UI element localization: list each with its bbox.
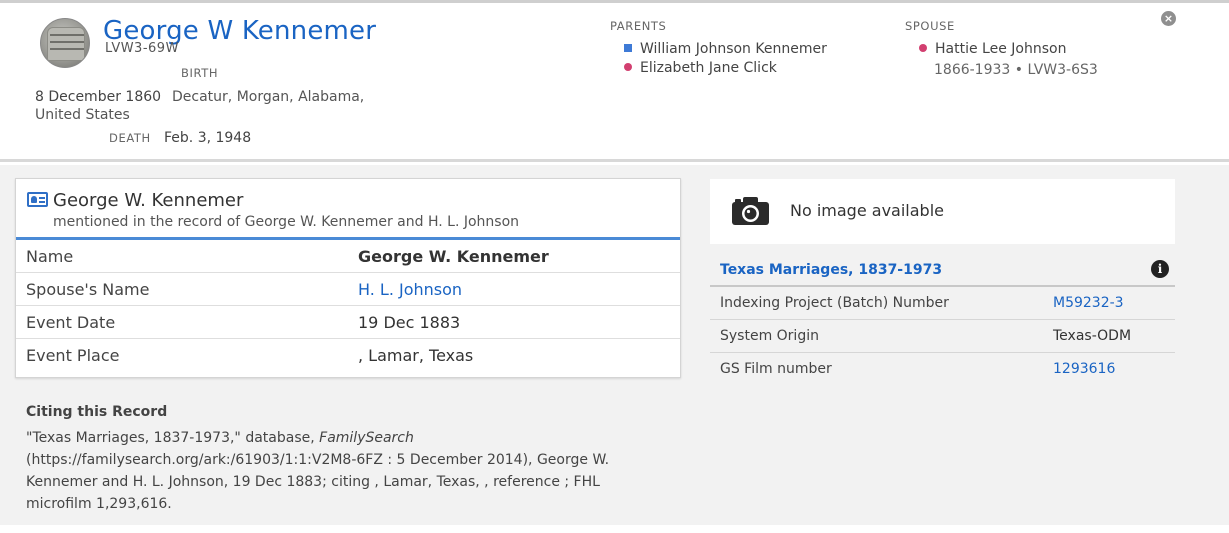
table-row: Event Place , Lamar, Texas [16,339,680,372]
field-label: Name [26,247,74,266]
film-number-link[interactable]: 1293616 [1053,361,1115,377]
birth-place-country: United States [35,107,130,123]
table-row: Spouse's Name H. L. Johnson [16,273,680,306]
headstone-photo [47,27,85,61]
collection-meta-table: Indexing Project (Batch) Number M59232-3… [710,287,1175,386]
father-link[interactable]: William Johnson Kennemer [624,41,827,57]
bottom-strip [0,525,1229,533]
death-date: Feb. 3, 1948 [164,130,252,146]
meta-value: Texas-ODM [1053,328,1132,344]
spouse-link[interactable]: Hattie Lee Johnson [919,41,1066,57]
info-icon[interactable]: i [1151,260,1169,278]
person-header: George W Kennemer LVW3-69W BIRTH 8 Decem… [0,3,1229,162]
birth-label: BIRTH [181,66,219,80]
person-id: LVW3-69W [105,41,179,56]
mother-name: Elizabeth Jane Click [640,60,777,76]
field-value: 19 Dec 1883 [358,313,461,332]
no-image-text: No image available [790,201,944,220]
citation-part1: "Texas Marriages, 1837-1973," database, [26,430,320,446]
meta-label: Indexing Project (Batch) Number [720,295,949,311]
field-value: George W. Kennemer [358,247,549,266]
camera-icon [732,197,769,225]
field-label: Event Place [26,346,120,365]
id-card-icon [27,192,48,207]
spouse-label: SPOUSE [905,19,955,33]
field-label: Spouse's Name [26,280,150,299]
close-icon[interactable]: × [1161,11,1176,26]
table-row: System Origin Texas-ODM [710,320,1175,353]
field-value: , Lamar, Texas [358,346,474,365]
table-row: GS Film number 1293616 [710,353,1175,386]
table-row: Name George W. Kennemer [16,240,680,273]
spouse-name: Hattie Lee Johnson [935,41,1067,57]
batch-number-link[interactable]: M59232-3 [1053,295,1124,311]
female-icon [624,63,632,71]
meta-label: GS Film number [720,361,832,377]
female-icon [919,44,927,52]
field-label: Event Date [26,313,116,332]
birth-place: Decatur, Morgan, Alabama, [172,89,365,105]
record-subtitle: mentioned in the record of George W. Ken… [53,214,520,230]
spouse-name-link[interactable]: H. L. Johnson [358,280,462,299]
citation-text: "Texas Marriages, 1837-1973," database, … [26,427,646,515]
citation-part2: (https://familysearch.org/ark:/61903/1:1… [26,452,610,512]
table-row: Indexing Project (Batch) Number M59232-3 [710,287,1175,320]
collection-title-link[interactable]: Texas Marriages, 1837-1973 [720,262,942,278]
avatar[interactable] [40,18,90,68]
meta-label: System Origin [720,328,819,344]
male-icon [624,44,632,52]
citation-title: Citing this Record [26,404,168,420]
record-card-header: George W. Kennemer mentioned in the reco… [16,179,680,240]
record-title: George W. Kennemer [53,190,244,211]
table-row: Event Date 19 Dec 1883 [16,306,680,339]
record-card: George W. Kennemer mentioned in the reco… [15,178,681,378]
birth-date: 8 December 1860 [35,89,162,105]
image-panel: No image available [710,179,1175,244]
spouse-lifespan: 1866-1933 • LVW3-6S3 [934,62,1098,78]
citation-source: FamilySearch [319,430,414,446]
death-label: DEATH [109,131,151,145]
father-name: William Johnson Kennemer [640,41,827,57]
parents-label: PARENTS [610,19,667,33]
mother-link[interactable]: Elizabeth Jane Click [624,60,777,76]
